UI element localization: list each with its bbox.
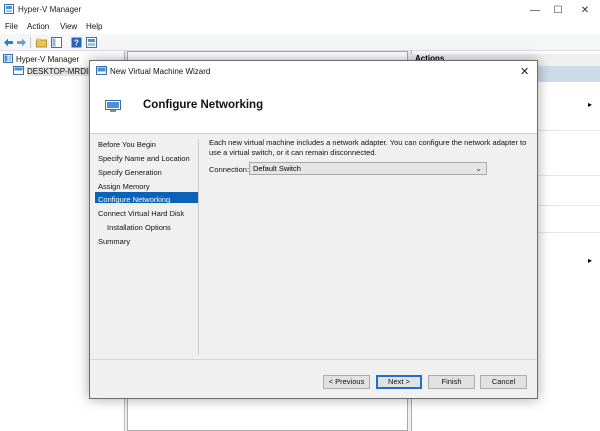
nav-step-installation-options[interactable]: Installation Options [107,223,171,232]
server-icon [13,66,24,75]
menu-view[interactable]: View [60,22,77,31]
previous-button[interactable]: < Previous [323,375,370,389]
forward-icon[interactable] [16,37,27,48]
actions-separator [530,205,600,206]
network-adapter-icon [105,100,121,112]
actions-separator [530,130,600,131]
finish-button[interactable]: Finish [428,375,475,389]
menu-action[interactable]: Action [27,22,49,31]
nav-step-virtual-hard-disk[interactable]: Connect Virtual Hard Disk [98,209,184,218]
properties-icon[interactable] [86,37,97,48]
folder-up-icon[interactable] [36,37,47,48]
networking-description: Each new virtual machine includes a netw… [209,138,527,157]
nav-step-generation[interactable]: Specify Generation [98,168,162,177]
help-icon[interactable]: ? [71,37,82,48]
actions-host-bar[interactable] [530,66,600,82]
menu-help[interactable]: Help [86,22,102,31]
wizard-icon [96,66,107,75]
connection-label: Connection: [209,165,250,174]
main-titlebar [0,0,600,20]
menu-file[interactable]: File [5,22,18,31]
nav-step-before-you-begin[interactable]: Before You Begin [98,140,156,149]
nav-step-networking[interactable]: Configure Networking [98,195,170,204]
connection-select-value: Default Switch [253,164,301,173]
submenu-arrow-icon[interactable]: ▸ [588,256,592,265]
connection-select[interactable]: Default Switch ⌄ [249,162,487,175]
svg-text:?: ? [74,39,79,48]
app-title: Hyper-V Manager [18,5,82,14]
submenu-arrow-icon[interactable]: ▸ [588,100,592,109]
page-heading: Configure Networking [143,99,264,111]
nav-step-memory[interactable]: Assign Memory [98,182,150,191]
wizard-steps-nav: Before You Begin Specify Name and Locati… [90,134,200,354]
actions-separator [530,175,600,176]
nav-divider [198,139,199,355]
nav-step-summary[interactable]: Summary [98,237,130,246]
cancel-button[interactable]: Cancel [480,375,527,389]
nav-step-name-location[interactable]: Specify Name and Location [98,154,190,163]
footer-divider [90,359,537,360]
next-button[interactable]: Next > [376,375,422,389]
maximize-button[interactable]: ☐ [545,0,571,20]
back-icon[interactable] [3,37,14,48]
actions-separator [530,232,600,233]
hyperv-app-icon [4,4,14,14]
console-tree-icon[interactable] [51,37,62,48]
tree-item-hyperv-manager[interactable]: Hyper-V Manager [16,55,79,64]
new-vm-wizard-dialog: New Virtual Machine Wizard ✕ Configure N… [89,60,538,399]
dialog-close-button[interactable]: ✕ [520,65,529,78]
toolbar-separator [30,37,31,48]
chevron-down-icon: ⌄ [475,164,482,173]
tree-item-desktop[interactable]: DESKTOP-MRDINK [27,67,89,76]
close-button[interactable]: ✕ [572,0,598,20]
hyperv-manager-icon [3,54,13,63]
dialog-title: New Virtual Machine Wizard [110,67,211,76]
